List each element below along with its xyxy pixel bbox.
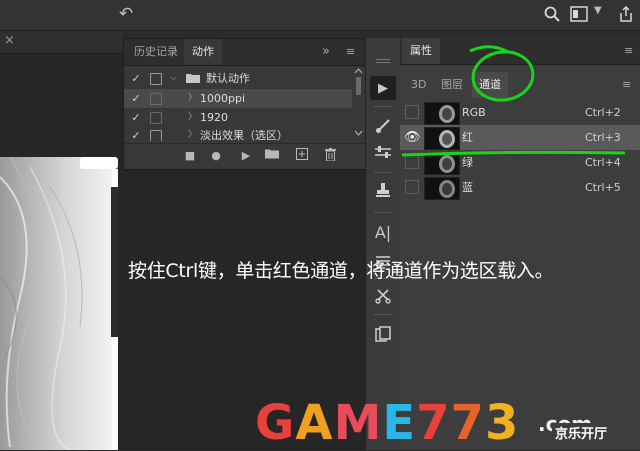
channel-shortcut: Ctrl+2 [585,106,621,119]
watermark-letter: A [295,395,334,451]
new-action-icon[interactable] [294,148,310,164]
channel-name: 红 [462,131,473,144]
channel-shortcut: Ctrl+4 [585,156,621,169]
action-set-label: 默认动作 [206,72,250,85]
brush-icon[interactable] [370,114,396,138]
chevron-right-icon[interactable]: 〉 [188,108,197,127]
channel-shortcut: Ctrl+5 [585,181,621,194]
folder-icon [186,74,200,83]
channel-name: 绿 [462,156,473,169]
watermark-letter: E [382,395,417,451]
play-icon[interactable]: ▶ [238,148,254,164]
action-label: 1000ppi [200,92,246,105]
divider [374,314,392,315]
list-item[interactable]: ✓ ⌵ 默认动作 [124,69,352,88]
checkmark-icon[interactable]: ✓ [130,108,142,127]
divider [374,106,392,107]
panel-menu-icon[interactable]: ≡ [624,38,633,64]
share-icon[interactable] [618,5,634,23]
dialog-toggle-icon[interactable] [150,112,162,124]
tab-3d[interactable]: 3D [404,72,433,98]
subtab-bar: 3D 图层 通道 ≡ [400,72,640,98]
list-item[interactable]: ✓ 〉 淡出效果（选区） [124,126,352,141]
actions-panel: 历史记录 动作 » ≡ ✓ ⌵ 默认动作 ✓ 〉 1000ppi ✓ 〉 192… [123,38,367,170]
divider [374,212,392,213]
channel-row-red[interactable]: 👁 红 Ctrl+3 [400,125,640,150]
close-icon[interactable]: × [4,33,15,48]
watermark-letter: 3 [484,395,520,451]
eye-icon[interactable]: 👁 [404,125,421,150]
actions-toolbar: ■ ● ▶ [124,143,366,168]
panel-menu-icon[interactable]: ≡ [622,72,631,98]
copy-icon[interactable] [370,322,396,346]
canvas-image [0,157,118,450]
action-label: 淡出效果（选区） [200,129,288,141]
watermark-letter: 7 [450,395,485,451]
channel-thumbnail [424,152,460,175]
channel-row-rgb[interactable]: RGB Ctrl+2 [400,100,640,125]
list-item[interactable]: ✓ 〉 1000ppi [124,89,352,108]
channel-name: RGB [462,106,486,119]
channel-thumbnail [424,127,460,150]
tab-channels[interactable]: 通道 [472,72,508,98]
new-set-icon[interactable] [264,148,280,164]
cut-icon[interactable] [370,284,396,308]
tool-strip: ▶ A| [365,38,401,450]
search-icon[interactable] [543,5,561,23]
panel-collapse-icon[interactable]: » [322,39,330,65]
properties-panel: 属性 ≡ 3D 图层 通道 ≡ RGB Ctrl+2 👁 红 Ctrl+3 绿 … [400,38,640,450]
channel-name: 蓝 [462,181,473,194]
channel-thumbnail [424,102,460,125]
tab-layers[interactable]: 图层 [434,72,470,98]
tab-actions[interactable]: 动作 [184,39,222,65]
watermark-cn-text: 京乐开厅 [552,423,611,442]
chevron-down-icon[interactable]: ▼ [594,5,602,16]
channel-shortcut: Ctrl+3 [585,131,621,144]
channel-row-green[interactable]: 绿 Ctrl+4 [400,150,640,175]
checkmark-icon[interactable]: ✓ [130,69,142,88]
channel-thumbnail [424,177,460,200]
actions-panel-tabbar: 历史记录 动作 » ≡ [124,39,366,66]
stop-icon[interactable]: ■ [182,148,198,164]
tab-properties[interactable]: 属性 [402,38,440,64]
checkmark-icon[interactable]: ✓ [130,89,142,108]
list-item[interactable]: ✓ 〉 1920 [124,108,352,127]
properties-header: 属性 ≡ [400,38,640,65]
watermark-letter: 7 [416,395,451,451]
workspace-icon[interactable] [570,6,588,22]
action-label: 1920 [200,111,228,124]
text-icon[interactable]: A| [370,220,396,244]
watermark-logo: GAME773 [255,397,519,449]
panel-menu-icon[interactable]: ≡ [346,39,355,65]
document-tab-bar [0,31,123,54]
checkmark-icon[interactable]: ✓ [130,126,142,141]
watermark-letter: M [333,395,383,451]
divider [374,172,392,173]
grip-icon[interactable] [370,50,396,74]
watermark-letter: G [255,395,296,451]
tab-history[interactable]: 历史记录 [126,39,186,65]
stamp-icon[interactable] [370,178,396,202]
dialog-toggle-icon[interactable] [150,130,162,141]
visibility-toggle[interactable] [405,105,419,119]
chevron-right-icon[interactable]: 〉 [188,126,197,141]
adjust-icon[interactable] [370,140,396,164]
play-icon[interactable]: ▶ [370,76,396,100]
channel-row-blue[interactable]: 蓝 Ctrl+5 [400,175,640,200]
dialog-toggle-icon[interactable] [150,93,162,105]
trash-icon[interactable] [322,148,338,164]
undo-icon[interactable]: ↶ [116,4,136,24]
instruction-caption: 按住Ctrl键，单击红色通道，将通道作为选区载入。 [128,260,554,282]
record-icon[interactable]: ● [208,148,224,164]
scrollbar[interactable] [353,67,364,139]
visibility-toggle[interactable] [405,155,419,169]
chevron-down-icon[interactable]: ⌵ [170,69,177,88]
visibility-toggle[interactable] [405,180,419,194]
chevron-right-icon[interactable]: 〉 [188,89,197,108]
dialog-toggle-icon[interactable] [150,73,162,85]
